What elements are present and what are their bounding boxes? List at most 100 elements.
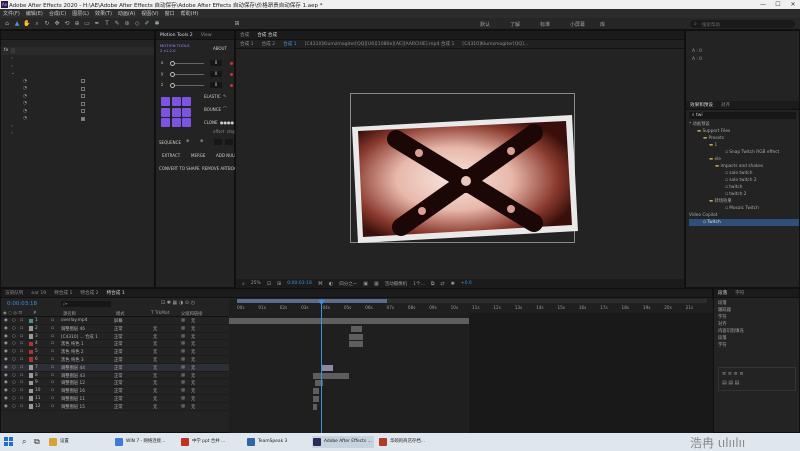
tree-item[interactable]: ▬ ele: [689, 156, 799, 163]
layer-bar[interactable]: [349, 333, 363, 340]
sequence-button[interactable]: SEQUENCE: [159, 140, 181, 145]
layer-mode[interactable]: 正常: [114, 396, 123, 402]
layer-name[interactable]: [C4310] ... 合成 1: [61, 334, 98, 340]
layer-bar[interactable]: [313, 388, 319, 395]
layer-row[interactable]: ◉ ○ ▫ 10 ▫ 调整图层 16 正常 无 @ 无: [1, 387, 229, 395]
elastic-button[interactable]: ELASTIC: [204, 94, 221, 99]
layer-name[interactable]: overlay.mp4: [61, 318, 87, 323]
layer-trkmat[interactable]: 无: [153, 349, 157, 355]
stopwatch-icon[interactable]: ◔: [23, 109, 27, 114]
layer-row[interactable]: ◉ ○ ▫ 2 ▫ 调整图层 46 正常 无 @ 无: [1, 325, 229, 333]
solo-icon[interactable]: ○: [12, 341, 16, 346]
layer-color-label[interactable]: [29, 357, 33, 362]
extract-button[interactable]: EXTRACT: [162, 153, 180, 158]
channel-icon[interactable]: ◐: [329, 281, 333, 287]
layer-mode[interactable]: 正常: [114, 365, 123, 371]
clone-button[interactable]: CLONE: [204, 120, 218, 125]
slider-y-knob[interactable]: [170, 71, 175, 77]
tree-item[interactable]: ▬ 1: [689, 142, 799, 149]
scale-checkbox[interactable]: [81, 101, 85, 106]
menu-animation[interactable]: 动画(A): [118, 10, 135, 17]
timeline-switches-icons[interactable]: ⊡ ✱ ▦ ◑ ⊙ ◷: [161, 300, 195, 306]
transparency-icon[interactable]: ▦: [374, 281, 379, 287]
tree-item[interactable]: ▬ impacts and shakes: [689, 163, 799, 170]
menu-help[interactable]: 帮助(H): [181, 10, 199, 17]
magnify-icon[interactable]: ⌕: [242, 281, 245, 287]
layer-color-label[interactable]: [29, 341, 33, 347]
layer-color-label[interactable]: [29, 349, 33, 355]
layer-row[interactable]: ◉ ○ ▫ 8 ▫ 调整图层 43 正常 无 @ 无: [1, 372, 229, 380]
composition-viewport[interactable]: [236, 49, 684, 279]
align-icons[interactable]: ≡ ≡ ≡ ≡: [722, 371, 744, 377]
orbit-tool-icon[interactable]: ↻: [43, 20, 51, 28]
tree-item[interactable]: ▫ Mosaic Twitch: [689, 205, 799, 212]
parent-pickwhip-icon[interactable]: @: [181, 357, 185, 362]
slider-y-track[interactable]: [170, 74, 204, 75]
tree-item[interactable]: ▬ Presets: [689, 135, 799, 142]
time-ruler[interactable]: 00s 01s 02s 03s 04s 05s 06s 07s 08s 09s 10s 11s 12s 1…: [237, 303, 707, 313]
eye-icon[interactable]: ◉: [4, 396, 8, 401]
eye-icon[interactable]: ◉: [4, 318, 8, 323]
layer-parent[interactable]: 无: [191, 326, 195, 332]
slider-x-track[interactable]: [170, 63, 204, 64]
anchor-right[interactable]: [182, 107, 191, 117]
anchor-tool-icon[interactable]: ⊕: [73, 20, 81, 28]
layer-parent[interactable]: 无: [191, 404, 195, 410]
taskbar-app[interactable]: TeamSpeak 3: [246, 436, 308, 448]
taskbar-app[interactable]: WIN 7 - 网络连接...: [114, 436, 176, 448]
tree-item[interactable]: ▬ Support Files: [689, 128, 799, 135]
layer-mode[interactable]: 正常: [114, 341, 123, 347]
slide-checkbox[interactable]: [81, 109, 85, 113]
layer-row[interactable]: ◉ ○ ▫ 11 ▫ 调整图层 11 正常 无 @ 无: [1, 395, 229, 403]
tree-item[interactable]: ▫ sale twitch 2: [689, 177, 799, 184]
layer-row[interactable]: ◉ ○ ▫ 1 ▫ overlay.mp4 屏幕 @ 无: [1, 317, 229, 325]
bounce-button[interactable]: BOUNCE: [204, 107, 221, 112]
workspace-libraries[interactable]: 库: [600, 21, 605, 28]
layer-color-label[interactable]: [29, 318, 33, 323]
layer-parent[interactable]: 无: [191, 341, 195, 347]
anchor-center[interactable]: [171, 107, 181, 117]
slider-y-reset-icon[interactable]: [230, 72, 233, 76]
layer-name[interactable]: 调整图层 12: [61, 380, 85, 386]
offset-input[interactable]: [214, 139, 222, 145]
viewer-timecode[interactable]: 0:00:03:18: [287, 281, 312, 286]
breadcrumb-item[interactable]: 合成 1: [236, 41, 258, 47]
slider-x-reset-icon[interactable]: [230, 61, 233, 65]
stopwatch-icon[interactable]: ◔: [23, 101, 27, 106]
layer-mode[interactable]: 正常: [114, 388, 123, 394]
layer-mode[interactable]: 正常: [114, 380, 123, 386]
anchor-top-left[interactable]: [161, 97, 170, 106]
fx-icon[interactable]: fx: [4, 48, 8, 53]
hand-tool-icon[interactable]: ✋: [23, 20, 31, 28]
lock-icon[interactable]: ▫: [20, 326, 23, 331]
anchor-bottom-right[interactable]: [182, 118, 191, 127]
panel-item[interactable]: 跟踪器: [718, 307, 799, 314]
layer-trkmat[interactable]: 无: [153, 365, 157, 371]
prop-amount[interactable]: ›: [11, 55, 154, 63]
parent-pickwhip-icon[interactable]: @: [181, 373, 185, 378]
menu-file[interactable]: 文件(F): [3, 10, 20, 17]
color-checkbox[interactable]: [81, 86, 85, 91]
flowchart-icon[interactable]: ⇄: [440, 281, 444, 287]
prop-operator-controls[interactable]: ›: [11, 130, 154, 138]
workspace-default[interactable]: 默认: [480, 21, 490, 28]
workspace-small-screen[interactable]: 小屏幕: [570, 21, 585, 28]
eye-icon[interactable]: ◉: [4, 388, 8, 393]
layer-bar[interactable]: [349, 341, 363, 348]
pan-tool-icon[interactable]: ✥: [53, 20, 61, 28]
tab-comp[interactable]: 特合成 1: [50, 290, 76, 296]
menu-composition[interactable]: 合成(C): [49, 10, 66, 17]
tree-item[interactable]: ▫ twitch: [689, 184, 799, 191]
solo-icon[interactable]: ○: [12, 326, 16, 331]
stopwatch-icon[interactable]: ◔: [23, 94, 27, 99]
layer-trkmat[interactable]: 无: [153, 404, 157, 410]
layer-trkmat[interactable]: 无: [153, 396, 157, 402]
light-checkbox[interactable]: [81, 94, 85, 98]
lock-icon[interactable]: ▫: [20, 380, 23, 385]
solo-icon[interactable]: ○: [12, 396, 16, 401]
rectangle-tool-icon[interactable]: ▭: [83, 20, 91, 28]
layer-color-label[interactable]: [29, 404, 33, 409]
slider-z-value[interactable]: 0: [210, 82, 222, 88]
help-search-input[interactable]: ⌕ 搜索帮助: [690, 20, 795, 28]
prop-enable[interactable]: ⌄: [11, 70, 154, 78]
